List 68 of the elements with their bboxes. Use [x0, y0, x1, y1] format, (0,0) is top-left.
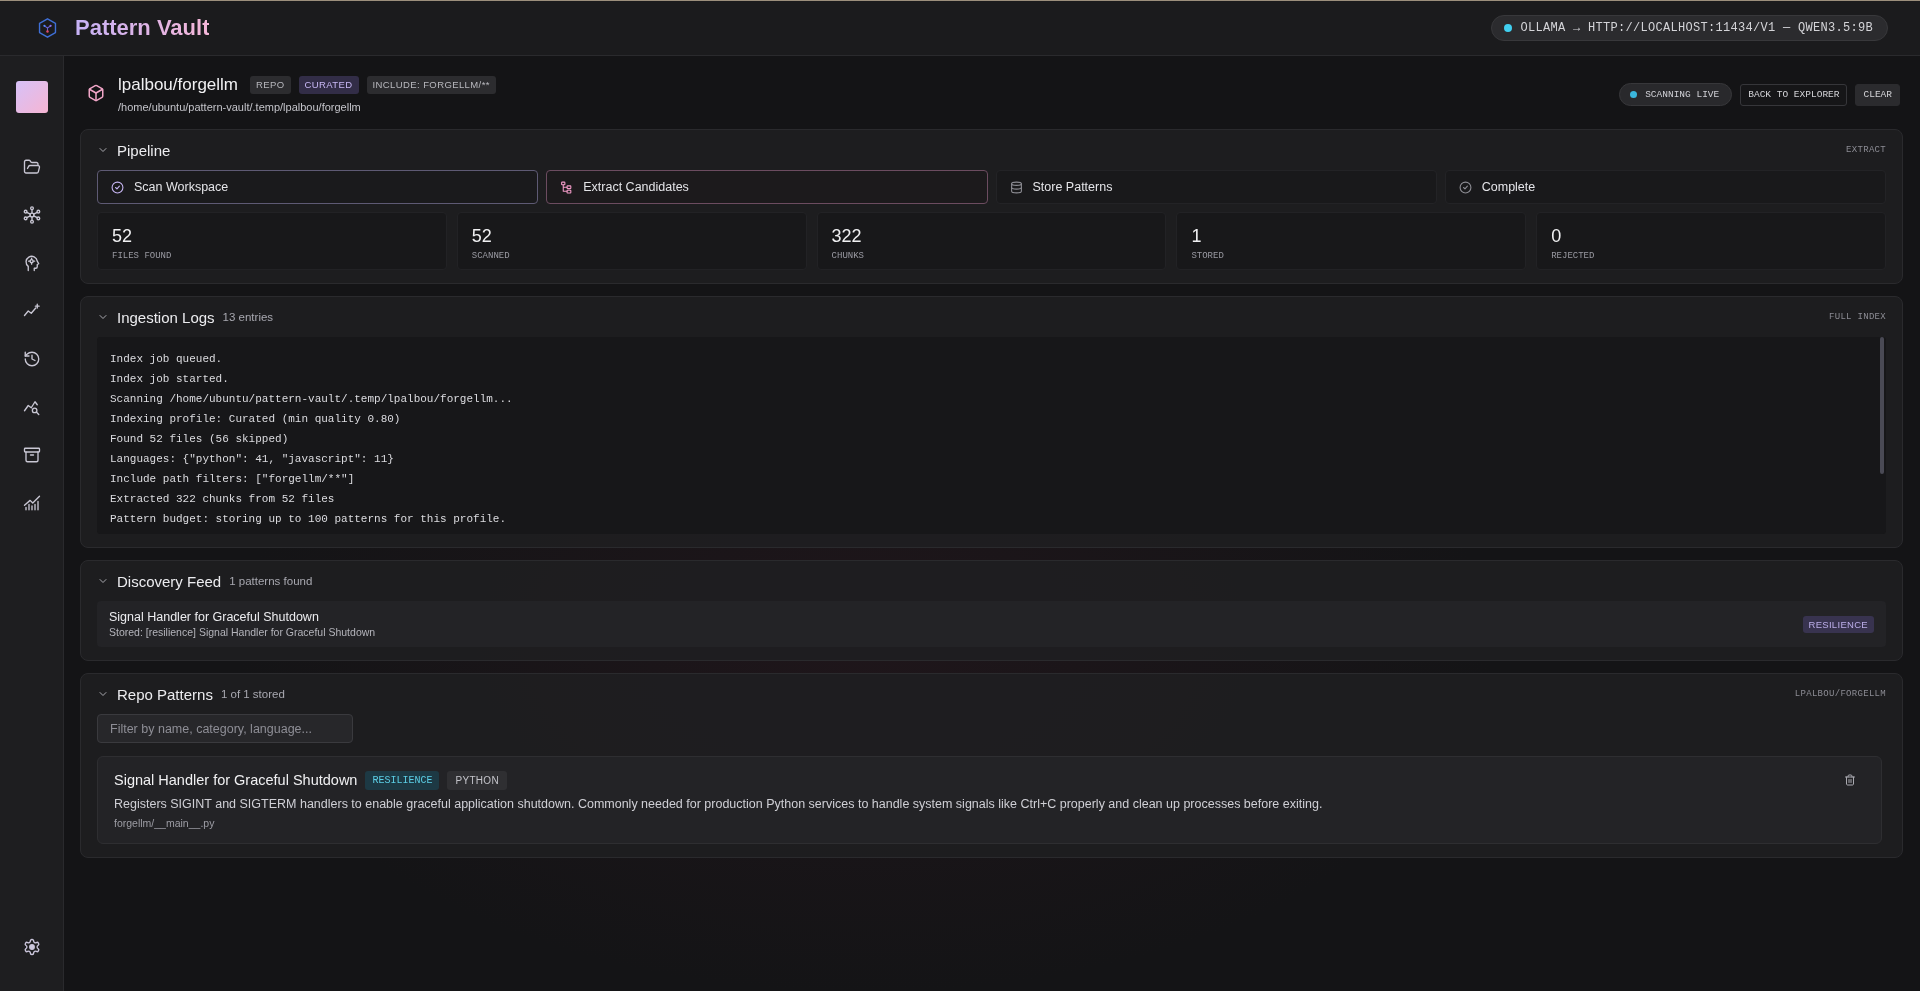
filter-field[interactable]: Filter by name, category, language...: [97, 714, 353, 743]
panel-title: Discovery Feed: [117, 572, 222, 590]
language-tag: PYTHON: [447, 770, 507, 790]
scope-label: LPALBOU/FORGELLM: [1794, 689, 1886, 699]
stat-label: STORED: [1191, 250, 1225, 262]
avatar-tile: [15, 81, 48, 113]
folder-icon[interactable]: [22, 158, 41, 176]
log-line: Extracted 322 chunks from 52 files: [110, 492, 336, 507]
network-icon[interactable]: [22, 206, 41, 224]
pattern-detail: Stored: [resilience] Signal Handler for Graceful Shutdown: [109, 625, 376, 639]
check-circle-icon: [111, 180, 124, 194]
pattern-description: Registers SIGINT and SIGTERM handlers to enable graceful application shutdown. Commonly needed for production Python services to handle system signals like Ctrl+C properly and clean up processes before exiting.: [114, 796, 1324, 813]
step-label: Store Patterns: [1032, 180, 1113, 194]
scan-status-label: SCANNING LIVE: [1645, 89, 1720, 100]
head-gear-icon[interactable]: [22, 254, 41, 272]
action-button[interactable]: BACK TO EXPLORER: [1740, 83, 1848, 106]
repo-name: lpalbou/forgellm: [118, 75, 238, 95]
log-line: Index job started.: [110, 372, 230, 387]
stat-label: FILES FOUND: [112, 250, 173, 262]
hexagon-logo-icon: [37, 17, 58, 39]
panel-count: 1 of 1 stored: [220, 688, 285, 700]
panel-title: Pipeline: [117, 141, 171, 159]
log-line: Include path filters: ["forgellm/**"]: [110, 472, 356, 487]
cube-icon: [87, 84, 105, 102]
panel-count: 13 entries: [222, 311, 274, 323]
trash-icon[interactable]: [1844, 774, 1856, 786]
pattern-title: Signal Handler for Graceful Shutdown: [109, 609, 320, 625]
history-icon[interactable]: [22, 350, 41, 368]
chart-search-icon[interactable]: [22, 398, 41, 416]
pattern-file: forgellm/__main__.py: [114, 816, 216, 830]
repo-tag: CURATED: [298, 76, 359, 94]
stat-label: SCANNED: [471, 250, 511, 262]
endpoint-label: OLLAMA → HTTP://LOCALHOST:11434/V1 — QWEN3.5:9B: [1520, 21, 1873, 35]
panel-title: Ingestion Logs: [117, 308, 215, 326]
log-line: Indexing profile: Curated (min quality 0.80): [110, 412, 402, 427]
scrollbar[interactable]: [1880, 337, 1884, 474]
log-line: Found 52 files (56 skipped): [110, 432, 290, 447]
mode-label: FULL INDEX: [1829, 312, 1886, 322]
pattern-name: Signal Handler for Graceful Shutdown: [114, 772, 358, 788]
stat-label: REJECTED: [1551, 250, 1596, 262]
step-label: Extract Candidates: [583, 180, 689, 194]
repo-tag: INCLUDE: FORGELLM/**: [366, 76, 496, 94]
panel-title: Repo Patterns: [117, 685, 213, 703]
stat-value: 0: [1551, 225, 1563, 247]
category-tag: RESILIENCE: [365, 770, 440, 790]
step-label: Complete: [1481, 180, 1536, 194]
stat-value: 322: [831, 225, 863, 247]
repo-path: /home/ubuntu/pattern-vault/.temp/lpalbou/forgellm: [118, 100, 362, 115]
stage-label: EXTRACT: [1846, 145, 1886, 155]
tree-icon: [560, 180, 574, 194]
stat-value: 1: [1191, 225, 1203, 247]
archive-icon[interactable]: [22, 446, 41, 464]
step-label: Scan Workspace: [134, 180, 229, 194]
log-line: Scanning /home/ubuntu/pattern-vault/.temp/lpalbou/forgellm...: [110, 392, 514, 407]
log-line: Pattern budget: storing up to 100 patterns for this profile.: [110, 512, 508, 527]
log-line: Languages: {"python": 41, "javascript": 11}: [110, 452, 395, 467]
log-line: Index job queued.: [110, 352, 224, 367]
stat-label: CHUNKS: [831, 250, 865, 262]
check-circle-icon: [1458, 180, 1472, 194]
stat-value: 52: [471, 225, 493, 247]
category-tag: RESILIENCE: [1802, 615, 1874, 633]
bar-chart-icon[interactable]: [22, 494, 41, 512]
stat-value: 52: [112, 225, 134, 247]
database-icon: [1009, 180, 1023, 194]
repo-tag: REPO: [250, 76, 291, 94]
settings-icon[interactable]: [22, 938, 41, 956]
action-button[interactable]: CLEAR: [1855, 83, 1900, 106]
panel-count: 1 patterns found: [229, 575, 313, 587]
